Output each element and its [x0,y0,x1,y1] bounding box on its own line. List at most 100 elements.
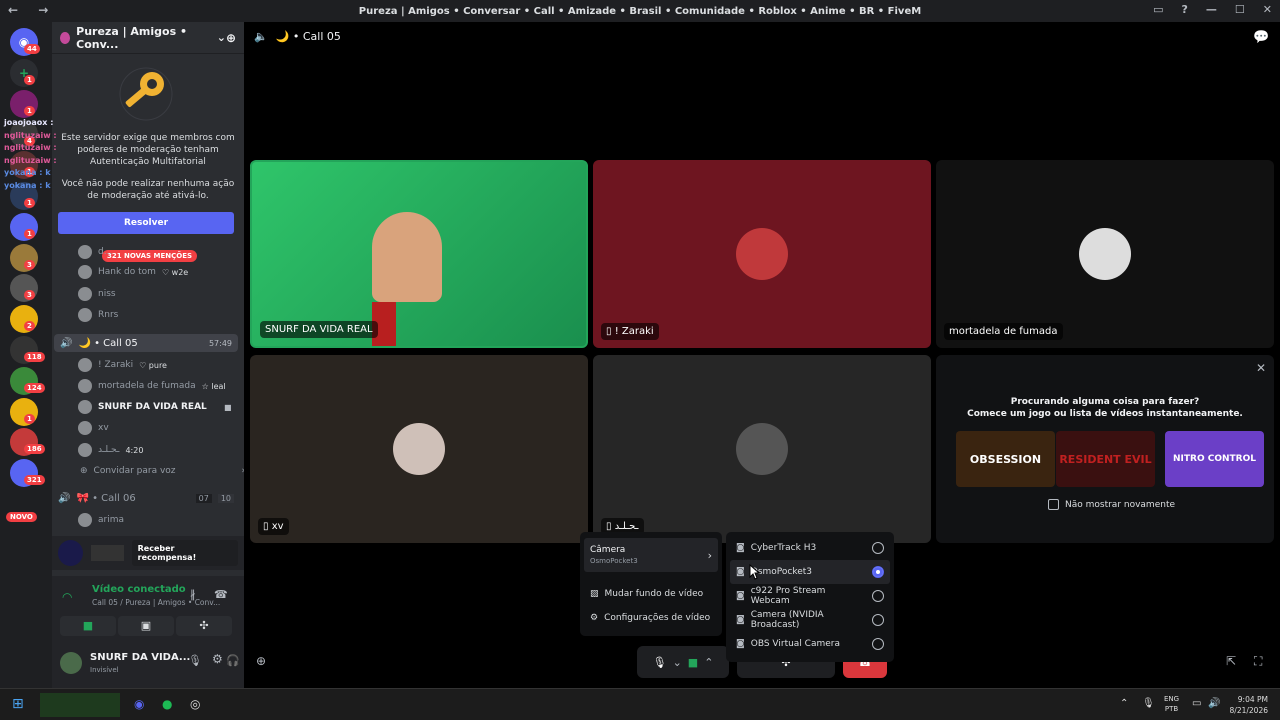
notification-badge: 3 [24,259,35,270]
noise-suppression-icon[interactable]: ∦ [190,588,196,601]
nav-arrows[interactable]: ← → [8,3,56,17]
network-icon[interactable]: ▭ [1192,698,1201,709]
chevron-up-icon[interactable]: ⌃ [704,656,713,669]
promo-banner: Receber recompensa! [52,536,244,570]
headphone-icon[interactable]: 🎧 [226,654,240,667]
list-item[interactable]: Hank do tom ♡ w2e [78,264,188,280]
radio-button[interactable] [872,566,884,578]
title-bar: ← → Pureza | Amigos • Conversar • Call •… [0,0,1280,22]
list-item[interactable]: xv [78,420,109,436]
list-item[interactable]: arima [78,512,124,528]
resolve-button[interactable]: Resolver [58,212,234,234]
settings-gear-icon[interactable]: ⚙ [212,652,223,666]
list-item[interactable]: SNURF DA VIDA REAL ■ [78,399,232,415]
mic-tray-icon[interactable]: 🎙 [1142,698,1155,709]
steam-icon[interactable]: ◎ [190,697,200,711]
claim-reward-button[interactable]: Receber recompensa! [131,540,238,566]
camera-option[interactable]: ◙ c922 Pro Stream Webcam [730,584,890,608]
chevron-down-icon[interactable]: ⌄ [217,31,226,44]
minimize-icon[interactable]: — [1206,3,1217,16]
notification-badge: 321 [24,475,45,486]
game-card[interactable]: RESIDENT EVIL [1056,431,1155,487]
list-item[interactable]: ! Zaraki ♡ pure [78,357,167,373]
radio-button[interactable] [872,590,884,602]
notification-badge: 1 [24,105,35,116]
screen-share-button[interactable]: ▣ [118,616,174,636]
windows-start-icon[interactable]: ⊞ [12,696,24,712]
invite-user-icon[interactable]: ⊕ [256,654,266,668]
video-settings-item[interactable]: ⚙ Configurações de vídeo [584,606,718,630]
maximize-icon[interactable]: ☐ [1235,3,1245,16]
game-card[interactable]: NITRO CONTROL [1165,431,1264,487]
avatar [393,423,445,475]
camera-icon: ◙ [736,567,745,577]
spotify-icon[interactable]: ● [162,697,172,711]
radio-button[interactable] [872,638,884,650]
avatar [78,308,92,322]
game-card[interactable]: OBSESSION [956,431,1055,487]
video-tile-snurf[interactable]: SNURF DA VIDA REAL [250,160,588,348]
overlay-chat-line: joaojoaox : [4,118,54,127]
avatar [78,421,92,435]
close-icon[interactable]: ✕ [1256,361,1266,375]
checkbox-label: Não mostrar novamente [1065,499,1176,510]
channel-call-05[interactable]: 🔊 🌙 • Call 05 57:49 [54,334,238,352]
speaker-icon: 🔊 [60,337,73,349]
avatar [78,379,92,393]
fullscreen-icon[interactable]: ⛶ [1254,654,1262,669]
popout-icon[interactable]: ⇱ [1226,654,1236,668]
change-background-item[interactable]: ▨ Mudar fundo de vídeo [584,582,718,606]
list-item[interactable]: niss [78,286,116,302]
video-tile-arabic[interactable]: ▯ ـﺤـﻠـﺪ [593,355,931,543]
mic-icon[interactable]: 🎙 [188,654,202,667]
clock[interactable]: 9:04 PM 8/21/2026 [1228,694,1268,716]
camera-icon[interactable]: ■ [688,656,698,669]
voice-status[interactable]: Vídeo conectado [92,584,186,595]
help-icon[interactable]: ? [1182,3,1188,16]
voice-channel[interactable]: Call 05 / Pureza | Amigos • Conv... [92,598,220,607]
video-tile-mortadela[interactable]: mortadela de fumada [936,160,1274,348]
camera-option[interactable]: ◙ Camera (NVIDIA Broadcast) [730,608,890,632]
inbox-icon[interactable]: ▭ [1153,3,1163,16]
camera-button[interactable]: ■ [60,616,116,636]
channel-call-06[interactable]: 🔊 🎀 • Call 06 07 10 [58,490,234,506]
user-plus-icon[interactable]: ⊕ [226,31,236,45]
brand-icon [90,545,124,561]
volume-icon[interactable]: 🔊 [1208,698,1220,709]
list-item[interactable]: d... [78,244,112,260]
list-item[interactable]: Rnrs [78,307,118,323]
overlay-chat-line: nglituzaiw : [4,155,57,165]
mfa-text-2: Você não pode realizar nenhuma ação de m… [61,179,235,201]
invite-to-voice[interactable]: ⊕ Convidar para voz › [80,463,245,479]
tile-name: ! Zaraki [614,326,654,337]
list-item[interactable]: mortadela de fumada ☆ leal [78,378,226,394]
notification-badge: 44 [24,44,40,54]
discord-icon[interactable]: ◉ [134,697,144,711]
disconnect-icon[interactable]: ☎ [214,588,228,601]
username[interactable]: SNURF DA VIDA... [90,652,190,663]
tray-chevron-icon[interactable]: ⌃ [1120,698,1128,709]
close-icon[interactable]: ✕ [1263,3,1272,16]
radio-button[interactable] [872,614,884,626]
camera-option[interactable]: ◙ OBS Virtual Camera [730,632,890,656]
activities-button[interactable]: ✣ [176,616,232,636]
list-item[interactable]: ـﺤـﻠـﺪ 4:20 [78,442,143,458]
chevron-down-icon[interactable]: ⌄ [673,656,682,669]
radio-button[interactable] [872,542,884,554]
dont-show-checkbox[interactable]: Não mostrar novamente [1048,499,1175,510]
signal-icon: ◠ [62,590,73,604]
avatar[interactable] [60,652,82,674]
camera-option[interactable]: ◙ CyberTrack H3 [730,536,890,560]
video-tile-xv[interactable]: ▯ xv [250,355,588,543]
channel-title: 🌙 • Call 05 [275,30,341,43]
server-header[interactable]: Pureza | Amigos • Conv... ⌄ ⊕ [52,22,244,54]
speaker-icon: 🔊 [58,492,71,504]
mic-icon[interactable]: 🎙 [653,656,667,669]
camera-submenu-item[interactable]: Câmera OsmoPocket3 › [584,538,718,572]
checkbox-icon [1048,499,1059,510]
overlay-chat-line: yokana : k [4,180,51,190]
language-indicator[interactable]: ENG PTB [1164,694,1179,714]
new-mentions-badge[interactable]: 321 NOVAS MENÇÕES [102,250,198,262]
chat-bubble-icon[interactable]: 💬 [1253,30,1269,45]
video-tile-zaraki[interactable]: ▯ ! Zaraki [593,160,931,348]
